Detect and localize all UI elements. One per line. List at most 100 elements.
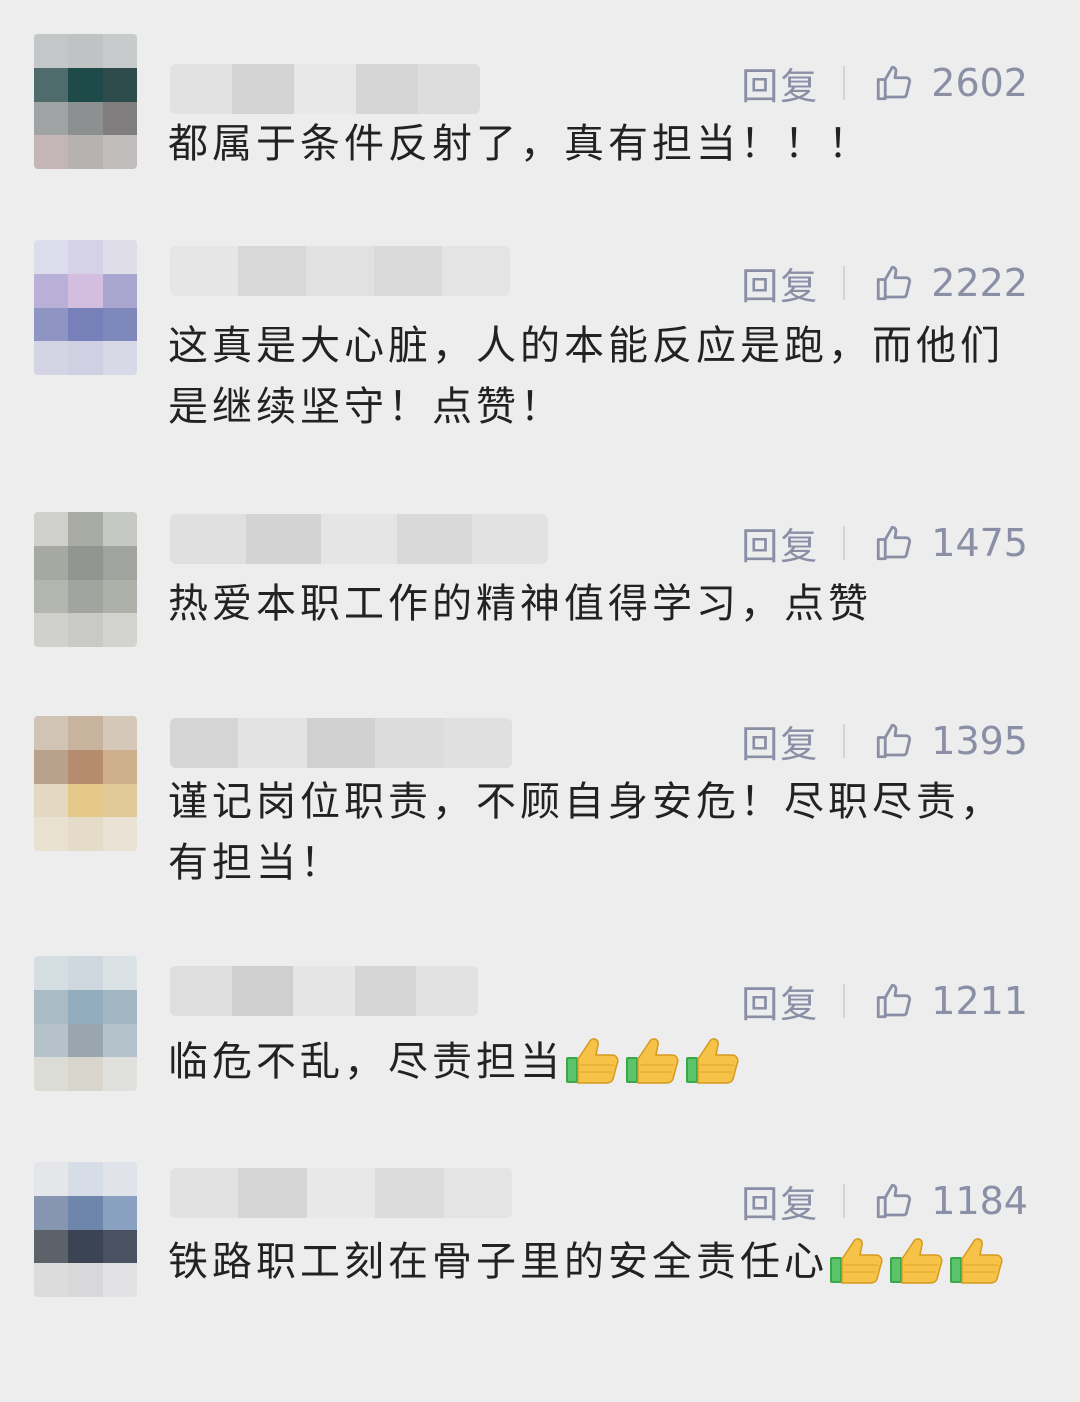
comment-text: 临危不乱，尽责担当 <box>168 1032 1028 1093</box>
avatar-pixel <box>68 307 103 342</box>
avatar[interactable] <box>34 956 137 1091</box>
username-pixel <box>170 718 239 768</box>
like-button[interactable]: 1395 <box>873 719 1028 763</box>
avatar-pixel <box>68 34 103 68</box>
avatar-pixel <box>34 1195 69 1230</box>
avatar-pixel <box>68 1263 103 1297</box>
avatar-pixel <box>34 579 69 614</box>
avatar-pixel <box>34 512 69 546</box>
username-blurred[interactable] <box>170 246 510 296</box>
username-pixel <box>238 246 306 296</box>
like-button[interactable]: 2602 <box>873 61 1028 105</box>
action-divider <box>843 1184 846 1218</box>
username-pixel <box>170 966 232 1016</box>
reply-button[interactable]: 回复 <box>741 974 819 1028</box>
comment-actions: 回复 1211 <box>741 976 1028 1026</box>
username-blurred[interactable] <box>170 718 512 768</box>
username-pixel <box>170 1168 239 1218</box>
comment-text: 铁路职工刻在骨子里的安全责任心 <box>168 1232 1028 1293</box>
reply-button[interactable]: 回复 <box>741 1174 819 1228</box>
avatar-pixel <box>34 1162 69 1196</box>
avatar-pixel <box>34 1057 69 1091</box>
avatar[interactable] <box>34 512 137 647</box>
action-divider <box>843 266 846 300</box>
action-divider <box>843 66 846 100</box>
comment-text: 谨记岗位职责，不顾自身安危！尽职尽责，有担当！ <box>168 772 1028 894</box>
comment-text: 这真是大心脏，人的本能反应是跑，而他们是继续坚守！点赞！ <box>168 316 1028 438</box>
username-blurred[interactable] <box>170 514 548 564</box>
avatar-pixel <box>102 101 137 136</box>
avatar-pixel <box>102 783 137 818</box>
username-pixel <box>294 64 356 114</box>
avatar-pixel <box>68 989 103 1024</box>
avatar-pixel <box>102 341 137 375</box>
avatar-pixel <box>102 67 137 102</box>
username-pixel <box>374 246 442 296</box>
avatar[interactable] <box>34 34 137 169</box>
like-count: 2222 <box>931 261 1028 305</box>
comment-text-content: 铁路职工刻在骨子里的安全责任心 <box>168 1239 828 1285</box>
reply-button[interactable]: 回复 <box>741 714 819 768</box>
comment-actions: 回复 2222 <box>741 258 1028 308</box>
avatar-pixel <box>102 1195 137 1230</box>
username-pixel <box>170 514 246 564</box>
avatar-pixel <box>68 716 103 750</box>
comment-actions: 回复 1395 <box>741 716 1028 766</box>
avatar-pixel <box>68 613 103 647</box>
avatar-pixel <box>68 67 103 102</box>
thumbs-up-emoji-icon <box>684 1035 740 1085</box>
username-pixel <box>418 64 480 114</box>
thumbs-up-emoji-icon <box>624 1035 680 1085</box>
username-blurred[interactable] <box>170 64 480 114</box>
avatar-pixel <box>68 240 103 274</box>
avatar-pixel <box>34 749 69 784</box>
username-blurred[interactable] <box>170 966 478 1016</box>
avatar-pixel <box>34 34 69 68</box>
avatar-pixel <box>34 783 69 818</box>
reply-button[interactable]: 回复 <box>741 516 819 570</box>
comment-text-content: 临危不乱，尽责担当 <box>168 1039 564 1085</box>
like-count: 2602 <box>931 61 1028 105</box>
username-pixel <box>238 1168 307 1218</box>
avatar-pixel <box>34 67 69 102</box>
comment-actions: 回复 1475 <box>741 518 1028 568</box>
avatar[interactable] <box>34 716 137 851</box>
avatar[interactable] <box>34 240 137 375</box>
avatar-pixel <box>102 273 137 308</box>
avatar-pixel <box>102 34 137 68</box>
comment-text-content: 都属于条件反射了，真有担当！！！ <box>168 121 872 167</box>
avatar-pixel <box>68 512 103 546</box>
like-count: 1475 <box>931 521 1028 565</box>
username-blurred[interactable] <box>170 1168 512 1218</box>
reply-button[interactable]: 回复 <box>741 56 819 110</box>
avatar-pixel <box>102 613 137 647</box>
like-button[interactable]: 1184 <box>873 1179 1028 1223</box>
avatar-pixel <box>102 1263 137 1297</box>
avatar[interactable] <box>34 1162 137 1297</box>
action-divider <box>843 526 846 560</box>
username-pixel <box>375 718 444 768</box>
avatar-pixel <box>68 1023 103 1058</box>
thumbs-up-emoji-icon <box>564 1035 620 1085</box>
avatar-pixel <box>102 749 137 784</box>
avatar-pixel <box>68 817 103 851</box>
like-button[interactable]: 1475 <box>873 521 1028 565</box>
avatar-pixel <box>34 273 69 308</box>
avatar-pixel <box>102 1229 137 1264</box>
comment-text: 热爱本职工作的精神值得学习，点赞 <box>168 574 1028 635</box>
avatar-pixel <box>102 545 137 580</box>
avatar-pixel <box>34 341 69 375</box>
comment-actions: 回复 1184 <box>741 1176 1028 1226</box>
comment-text: 都属于条件反射了，真有担当！！！ <box>168 114 1028 175</box>
avatar-pixel <box>68 1195 103 1230</box>
thumbs-up-outline-icon <box>873 62 931 104</box>
reply-button[interactable]: 回复 <box>741 256 819 310</box>
avatar-pixel <box>68 956 103 990</box>
like-button[interactable]: 1211 <box>873 979 1028 1023</box>
like-button[interactable]: 2222 <box>873 261 1028 305</box>
thumbs-up-emoji-icon <box>828 1235 884 1285</box>
avatar-pixel <box>102 579 137 614</box>
username-pixel <box>238 718 307 768</box>
avatar-pixel <box>34 545 69 580</box>
thumbs-up-emoji-icon <box>888 1235 944 1285</box>
